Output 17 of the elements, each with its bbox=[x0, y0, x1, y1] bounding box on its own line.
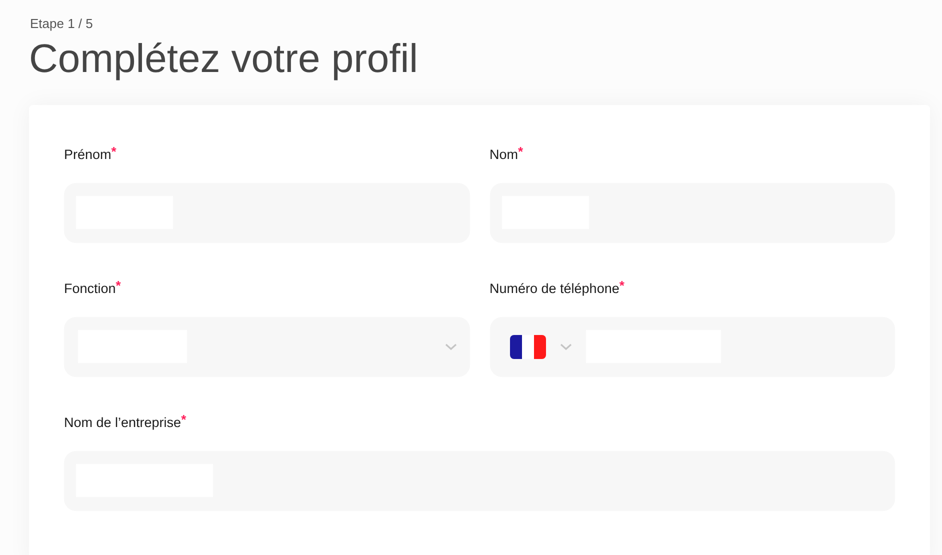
field-label: Numéro de téléphone bbox=[490, 280, 620, 298]
chevron-down-icon bbox=[560, 342, 572, 350]
field-label: Nom de l’entreprise bbox=[64, 414, 182, 432]
step-indicator: Etape 1 / 5 bbox=[30, 15, 94, 33]
field-label: Fonction bbox=[64, 280, 116, 298]
phone-field[interactable] bbox=[490, 316, 895, 376]
chevron-down-icon bbox=[444, 342, 456, 350]
required-mark: * bbox=[619, 278, 624, 292]
field-label: Prénom bbox=[64, 146, 112, 164]
page-title: Complétez votre profil bbox=[29, 36, 420, 82]
field-label: Nom bbox=[490, 146, 518, 164]
required-mark: * bbox=[116, 278, 121, 292]
required-mark: * bbox=[518, 144, 524, 158]
select-field[interactable] bbox=[64, 316, 470, 376]
required-mark: * bbox=[111, 144, 116, 158]
required-mark: * bbox=[181, 412, 186, 426]
flag-icon bbox=[510, 334, 546, 358]
